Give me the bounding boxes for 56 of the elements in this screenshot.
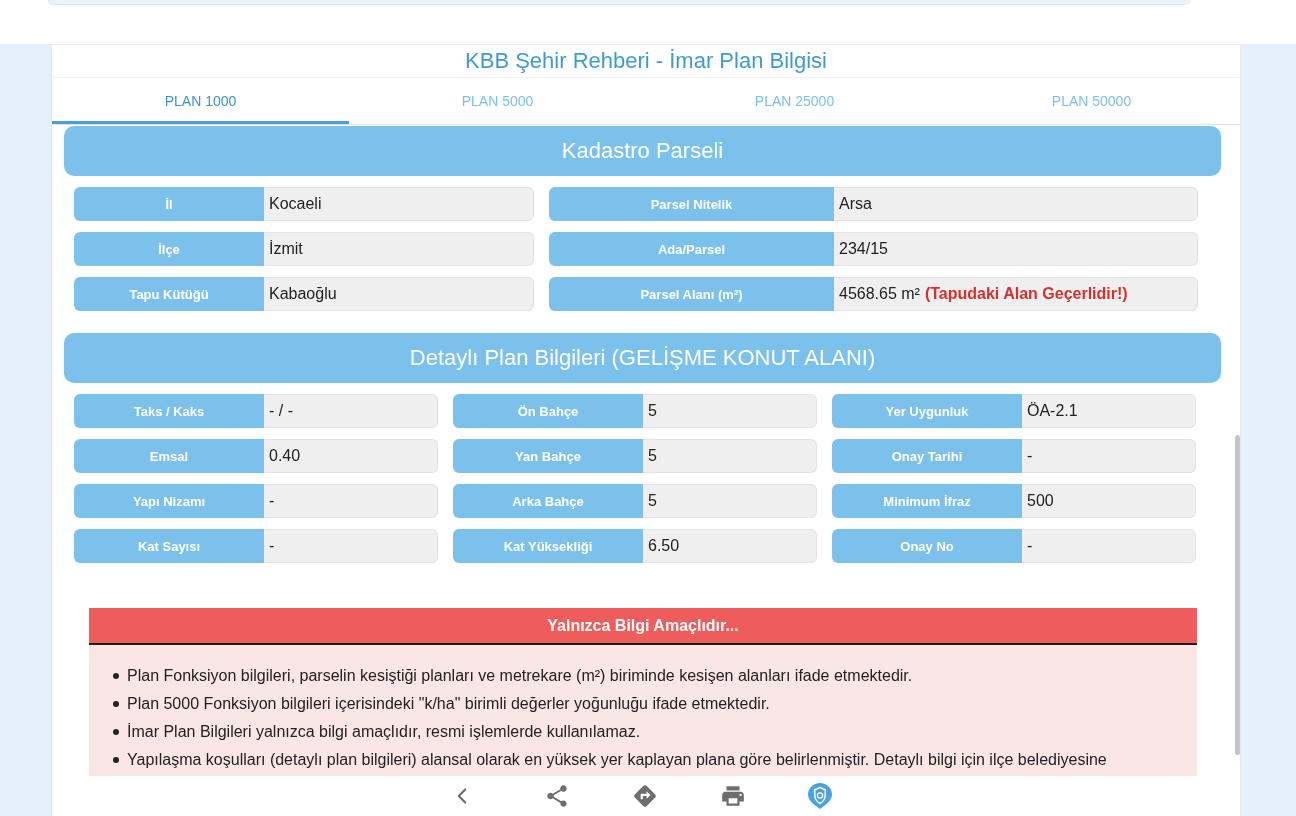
scrollbar-thumb[interactable] bbox=[1235, 435, 1240, 755]
bullet-icon bbox=[113, 729, 119, 735]
bullet-icon bbox=[113, 673, 119, 679]
field-label: Arka Bahçe bbox=[453, 484, 643, 518]
field-value: - bbox=[1022, 529, 1196, 563]
field-label: Yan Bahçe bbox=[453, 439, 643, 473]
field-value: Arsa bbox=[834, 187, 1198, 221]
field-label: Emsal bbox=[74, 439, 264, 473]
field-value: 5 bbox=[643, 394, 817, 428]
field-label: Kat Sayısı bbox=[74, 529, 264, 563]
field-value: 5 bbox=[643, 439, 817, 473]
field-value: 4568.65 m² bbox=[839, 285, 920, 303]
field-value: - bbox=[264, 484, 438, 518]
notice-item: Yapılaşma koşulları (detaylı plan bilgileri) alansal olarak en yüksek yer kaplayan plana göre belirlenmiştir. Detaylı bilgi için ilçe belediyesine bbox=[127, 751, 1107, 769]
field-label: Ön Bahçe bbox=[453, 394, 643, 428]
field-value: - / - bbox=[264, 394, 438, 428]
field-label: Tapu Kütüğü bbox=[74, 277, 264, 311]
notice-item: Plan 5000 Fonksiyon bilgileri içerisindeki "k/ha" birimli değerler yoğunluğu ifade etmektedir. bbox=[127, 695, 770, 713]
field-value: - bbox=[264, 529, 438, 563]
field-value: 500 bbox=[1022, 484, 1196, 518]
field-value: Kocaeli bbox=[264, 187, 534, 221]
section-header: Kadastro Parseli bbox=[64, 126, 1221, 176]
field-value: Kabaoğlu bbox=[264, 277, 534, 311]
field-value: 234/15 bbox=[834, 232, 1198, 266]
notice-header: Yalnızca Bilgi Amaçlıdır... bbox=[89, 608, 1197, 645]
field-label: Onay No bbox=[832, 529, 1022, 563]
field-label: Onay Tarihi bbox=[832, 439, 1022, 473]
bullet-icon bbox=[113, 757, 119, 763]
field-value: - bbox=[1022, 439, 1196, 473]
plan-tab[interactable]: PLAN 25000 bbox=[646, 78, 943, 124]
field-label: Parsel Nitelik bbox=[549, 187, 834, 221]
plan-tab[interactable]: PLAN 5000 bbox=[349, 78, 646, 124]
emblem-badge-icon[interactable] bbox=[807, 783, 832, 809]
section-header: Detaylı Plan Bilgileri (GELİŞME KONUT ALANI) bbox=[64, 333, 1221, 383]
notice-item: Plan Fonksiyon bilgileri, parselin kesiştiği planları ve metrekare (m²) biriminde kesişen alanları ifade etmektedir. bbox=[127, 667, 913, 685]
warning-note: (Tapudaki Alan Geçerlidir!) bbox=[924, 285, 1128, 303]
field-label: İlçe bbox=[74, 232, 264, 266]
notice-item: İmar Plan Bilgileri yalnızca bilgi amaçlıdır, resmi işlemlerde kullanılamaz. bbox=[127, 723, 641, 741]
field-label: Yapı Nizamı bbox=[74, 484, 264, 518]
field-label: Minimum İfraz bbox=[832, 484, 1022, 518]
field-value: 0.40 bbox=[264, 439, 438, 473]
field-value: 5 bbox=[643, 484, 817, 518]
field-label: Parsel Alanı (m²) bbox=[549, 277, 834, 311]
field-label: Kat Yüksekliği bbox=[453, 529, 643, 563]
plan-tab[interactable]: PLAN 50000 bbox=[943, 78, 1240, 124]
page-title: KBB Şehir Rehberi - İmar Plan Bilgisi bbox=[52, 45, 1240, 78]
field-label: Yer Uygunluk bbox=[832, 394, 1022, 428]
field-label: İl bbox=[74, 187, 264, 221]
field-label: Ada/Parsel bbox=[549, 232, 834, 266]
field-value: ÖA-2.1 bbox=[1022, 394, 1196, 428]
field-value: 6.50 bbox=[643, 529, 817, 563]
printer-icon[interactable] bbox=[719, 783, 746, 809]
field-label: Taks / Kaks bbox=[74, 394, 264, 428]
field-value: İzmit bbox=[264, 232, 534, 266]
turn-sign-icon[interactable] bbox=[631, 783, 658, 809]
bullet-icon bbox=[113, 701, 119, 707]
